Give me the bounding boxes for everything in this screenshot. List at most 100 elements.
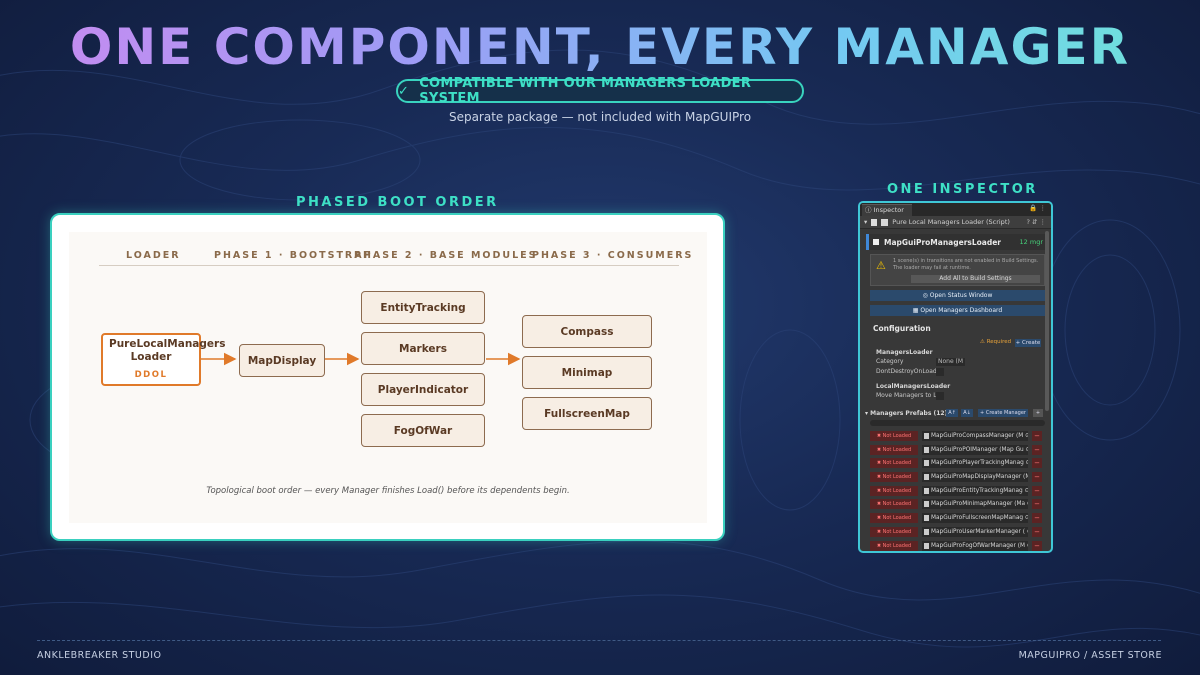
lock-menu-icon[interactable]: 🔒 ⋮	[1029, 204, 1046, 212]
prefab-object-field[interactable]: MapGuiProEntityTrackingManag ⊙	[922, 485, 1028, 496]
node-loader-label: PureLocalManagers Loader	[109, 338, 226, 364]
move-managers-checkbox[interactable]	[936, 392, 944, 400]
component-enabled-checkbox[interactable]	[881, 218, 889, 226]
not-loaded-label: Not Loaded	[882, 460, 912, 467]
not-loaded-label: Not Loaded	[882, 501, 912, 508]
prefabs-header-label: Managers Prefabs (12)	[870, 410, 948, 417]
not-loaded-badge: ✖ Not Loaded	[870, 472, 918, 483]
category-field[interactable]: Category None (M	[876, 357, 1051, 367]
open-status-window-button[interactable]: ◎ Open Status Window	[870, 290, 1045, 301]
component-title: Pure Local Managers Loader (Script)	[892, 218, 1010, 226]
prefab-object-field[interactable]: MapGuiProPOIManager (Map Gu ⊙	[922, 444, 1028, 455]
remove-prefab-button[interactable]: −	[1032, 526, 1042, 537]
prefab-object-field[interactable]: MapGuiProCompassManager (M ⊙	[922, 431, 1028, 441]
sort-descending-button[interactable]: A↓	[961, 409, 973, 417]
prefab-object-field[interactable]: MapGuiProMapDisplayManager (M ⊙	[922, 472, 1028, 483]
prefab-row: ✖ Not Loaded MapGuiProFogOfWarManager (M …	[870, 539, 1051, 552]
script-icon	[871, 218, 878, 226]
prefab-row: ✖ Not Loaded MapGuiProMapDisplayManager (…	[870, 470, 1051, 484]
prefab-row: ✖ Not Loaded MapGuiProPOIManager (Map Gu …	[870, 443, 1051, 457]
compatibility-badge: ✓ COMPATIBLE WITH OUR MANAGERS LOADER SY…	[396, 76, 804, 106]
node-entity-tracking: EntityTracking	[361, 291, 485, 324]
prefab-name: MapGuiProCompassManager (M	[931, 433, 1024, 439]
move-managers-label: Move Managers to Li	[876, 392, 939, 399]
page-title: ONE COMPONENT, EVERY MANAGER	[0, 18, 1200, 76]
category-label: Category	[876, 358, 904, 365]
tab-inspector[interactable]: ⓘ Inspector	[862, 204, 912, 216]
prefab-icon	[924, 433, 929, 439]
node-fog-of-war: FogOfWar	[361, 414, 485, 447]
tab-inspector-label: Inspector	[873, 206, 904, 214]
footer-divider	[37, 640, 1161, 641]
remove-prefab-button[interactable]: −	[1032, 499, 1042, 510]
component-header[interactable]: ▾ Pure Local Managers Loader (Script) ? …	[860, 216, 1051, 229]
prefabs-foldout-icon[interactable]: ▾	[865, 410, 868, 417]
ddol-field[interactable]: DontDestroyOnLoad	[876, 367, 1051, 377]
ddol-checkbox[interactable]	[936, 368, 944, 376]
managers-prefabs-header[interactable]: ▾ Managers Prefabs (12) A↑ A↓ + Create M…	[860, 408, 1051, 419]
create-category-button[interactable]: + Create	[1015, 339, 1041, 347]
foldout-arrow-icon[interactable]: ▾	[864, 218, 867, 226]
remove-prefab-button[interactable]: −	[1032, 513, 1042, 524]
prefab-object-field[interactable]: MapGuiProFullscreenMapManag ⊙	[922, 513, 1028, 524]
boot-order-section-title: PHASED BOOT ORDER	[296, 195, 499, 210]
not-loaded-badge: ✖ Not Loaded	[870, 431, 918, 441]
prefab-name: MapGuiProMapDisplayManager (M	[931, 474, 1028, 481]
create-manager-button[interactable]: + Create Manager	[978, 409, 1028, 417]
inspector-section-title: ONE INSPECTOR	[887, 182, 1038, 197]
prefab-icon	[924, 474, 929, 481]
not-loaded-badge: ✖ Not Loaded	[870, 458, 918, 469]
prefab-icon	[924, 515, 929, 522]
prefab-object-field[interactable]: MapGuiProPlayerTrackingManag ⊙	[922, 458, 1028, 469]
prefab-object-field[interactable]: MapGuiProFogOfWarManager (M ⊙	[922, 540, 1028, 551]
prefab-icon	[924, 528, 929, 535]
remove-prefab-button[interactable]: −	[1032, 485, 1042, 496]
add-prefab-button[interactable]: +	[1033, 409, 1043, 417]
prefab-row: ✖ Not Loaded MapGuiProMinimapManager (Ma …	[870, 497, 1051, 511]
not-loaded-label: Not Loaded	[882, 487, 912, 494]
prefab-row: ✖ Not Loaded MapGuiProFullscreenMapManag …	[870, 511, 1051, 525]
move-managers-field[interactable]: Move Managers to Li	[876, 391, 1051, 401]
prefab-row: ✖ Not Loaded MapGuiProPlayerTrackingManag…	[870, 456, 1051, 470]
open-managers-dashboard-button[interactable]: ▦ Open Managers Dashboard	[870, 305, 1045, 316]
asset-header: MapGuiProManagersLoader 12 mgr	[866, 234, 1047, 250]
remove-prefab-button[interactable]: −	[1032, 444, 1042, 455]
prefab-object-field[interactable]: MapGuiProMinimapManager (Ma ⊙	[922, 499, 1028, 510]
not-loaded-badge: ✖ Not Loaded	[870, 485, 918, 496]
checkmark-icon: ✓	[398, 83, 410, 99]
compatibility-label: COMPATIBLE WITH OUR MANAGERS LOADER SYST…	[419, 76, 752, 106]
not-loaded-label: Not Loaded	[882, 515, 912, 522]
node-markers: Markers	[361, 332, 485, 365]
diagram-caption: Topological boot order — every Manager f…	[206, 486, 570, 496]
node-minimap: Minimap	[522, 356, 652, 389]
prefab-name: MapGuiProPlayerTrackingManag	[931, 460, 1024, 467]
prefab-object-field[interactable]: MapGuiProUserMarkerManager ( ⊙	[922, 526, 1028, 537]
prefab-row: ✖ Not Loaded MapGuiProEntityTrackingManag…	[870, 484, 1051, 498]
required-warning: ⚠ Required	[980, 339, 1012, 345]
sort-ascending-button[interactable]: A↑	[946, 409, 958, 417]
prefab-icon	[924, 501, 929, 508]
product-credit: MAPGUIPRO / ASSET STORE	[1018, 650, 1162, 661]
local-managers-loader-heading: LocalManagersLoader	[876, 383, 951, 390]
prefab-search-input[interactable]	[870, 420, 1045, 426]
prefab-icon	[924, 487, 929, 494]
remove-prefab-button[interactable]: −	[1032, 540, 1042, 551]
component-menu-icon[interactable]: ? ⇵ ⋮	[1026, 218, 1046, 226]
managers-loader-group: ManagersLoader Category None (M DontDest…	[876, 348, 1051, 377]
category-value[interactable]: None (M	[936, 358, 966, 366]
remove-prefab-button[interactable]: −	[1032, 472, 1042, 483]
required-row: ⚠ Required + Create	[860, 339, 1051, 348]
inspector-scrollbar[interactable]	[1045, 231, 1049, 411]
remove-prefab-button[interactable]: −	[1032, 458, 1042, 469]
prefab-row: ✖ Not Loaded MapGuiProCompassManager (M ⊙…	[870, 429, 1051, 443]
asset-name: MapGuiProManagersLoader	[884, 237, 1001, 247]
not-loaded-label: Not Loaded	[882, 474, 912, 481]
prefab-name: MapGuiProFogOfWarManager (M	[931, 542, 1025, 549]
page-subtitle: Separate package — not included with Map…	[448, 110, 752, 124]
open-status-window-label: Open Status Window	[929, 292, 993, 299]
not-loaded-badge: ✖ Not Loaded	[870, 513, 918, 524]
add-to-build-settings-button[interactable]: Add All to Build Settings	[911, 275, 1040, 283]
prefab-name: MapGuiProEntityTrackingManag	[931, 487, 1023, 494]
remove-prefab-button[interactable]: −	[1032, 431, 1042, 441]
not-loaded-badge: ✖ Not Loaded	[870, 540, 918, 551]
